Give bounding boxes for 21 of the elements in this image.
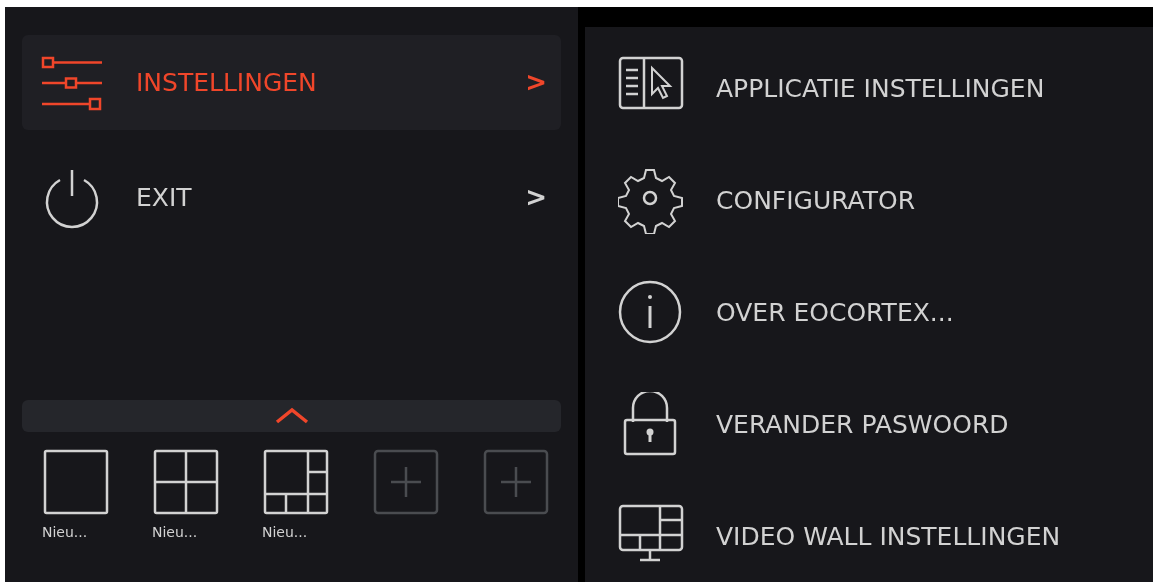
submenu-item[interactable]: VIDEO WALL INSTELLINGEN bbox=[716, 517, 1061, 556]
menu-item[interactable]: INSTELLINGEN > bbox=[22, 35, 561, 130]
single-layout-icon[interactable] bbox=[43, 449, 109, 515]
submenu-item[interactable]: OVER EOCORTEX... bbox=[716, 293, 954, 332]
submenu-item[interactable]: APPLICATIE INSTELLINGEN bbox=[716, 69, 1045, 108]
chevron-up-icon bbox=[274, 407, 309, 425]
menu-label: EXIT bbox=[136, 181, 193, 214]
layout-label: Nieu... bbox=[262, 523, 308, 542]
sliders-icon bbox=[40, 54, 104, 111]
menu-item[interactable]: EXIT > bbox=[22, 150, 561, 245]
menu-label: INSTELLINGEN bbox=[136, 66, 318, 99]
chevron-right-icon: > bbox=[525, 63, 547, 102]
submenu-item[interactable]: VERANDER PASWOORD bbox=[716, 405, 1009, 444]
settings-icon bbox=[618, 167, 684, 234]
grid-layout-icon[interactable] bbox=[263, 449, 329, 515]
info-icon bbox=[618, 279, 684, 346]
submenu-item[interactable]: CONFIGURATOR bbox=[716, 181, 916, 220]
layout-label: Nieu... bbox=[42, 523, 88, 542]
layout-label: Nieu... bbox=[152, 523, 198, 542]
grid-layout-icon[interactable] bbox=[153, 449, 219, 515]
chevron-right-icon: > bbox=[525, 178, 547, 217]
